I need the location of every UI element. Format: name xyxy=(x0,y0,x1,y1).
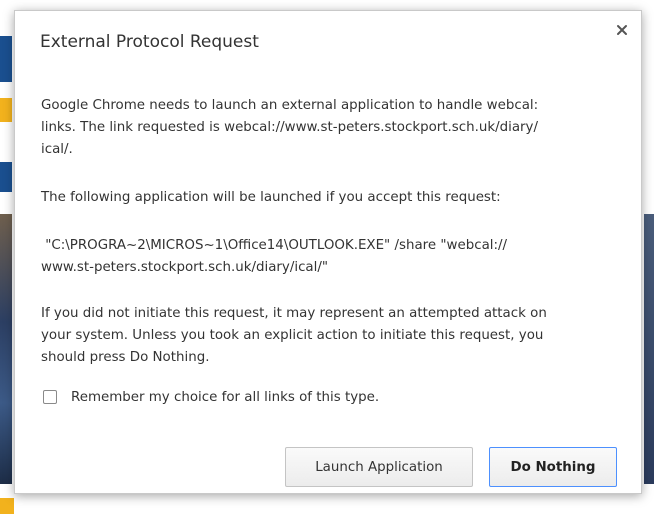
application-command: "C:\PROGRA~2\MICROS~1\Office14\OUTLOOK.E… xyxy=(41,235,621,279)
protocol-description: Google Chrome needs to launch an externa… xyxy=(41,95,621,161)
command-line: "C:\PROGRA~2\MICROS~1\Office14\OUTLOOK.E… xyxy=(41,238,508,253)
background-banner-block xyxy=(0,498,14,514)
remember-choice-row[interactable]: Remember my choice for all links of this… xyxy=(43,387,379,407)
warning-line: should press Do Nothing. xyxy=(41,350,210,365)
dialog-title: External Protocol Request xyxy=(40,32,259,52)
remember-choice-checkbox[interactable] xyxy=(43,390,57,404)
background-page-bottom xyxy=(0,498,654,528)
do-nothing-button[interactable]: Do Nothing xyxy=(489,447,617,487)
background-banner-block xyxy=(0,98,12,122)
security-warning: If you did not initiate this request, it… xyxy=(41,303,621,369)
description-line: links. The link requested is webcal://ww… xyxy=(41,120,538,135)
description-line: ical/. xyxy=(41,142,73,157)
warning-line: your system. Unless you took an explicit… xyxy=(41,328,544,343)
application-intro: The following application will be launch… xyxy=(41,190,501,205)
background-banner-block xyxy=(0,36,12,82)
description-line: Google Chrome needs to launch an externa… xyxy=(41,98,539,113)
background-photo xyxy=(0,214,12,484)
external-protocol-dialog: External Protocol Request Google Chrome … xyxy=(14,10,642,494)
remember-choice-label[interactable]: Remember my choice for all links of this… xyxy=(71,390,379,405)
warning-line: If you did not initiate this request, it… xyxy=(41,306,547,321)
background-banner-block xyxy=(0,162,12,192)
background-photo xyxy=(644,214,654,484)
close-icon[interactable] xyxy=(615,23,629,37)
command-line: www.st-peters.stockport.sch.uk/diary/ica… xyxy=(41,260,329,275)
launch-application-button[interactable]: Launch Application xyxy=(285,447,473,487)
